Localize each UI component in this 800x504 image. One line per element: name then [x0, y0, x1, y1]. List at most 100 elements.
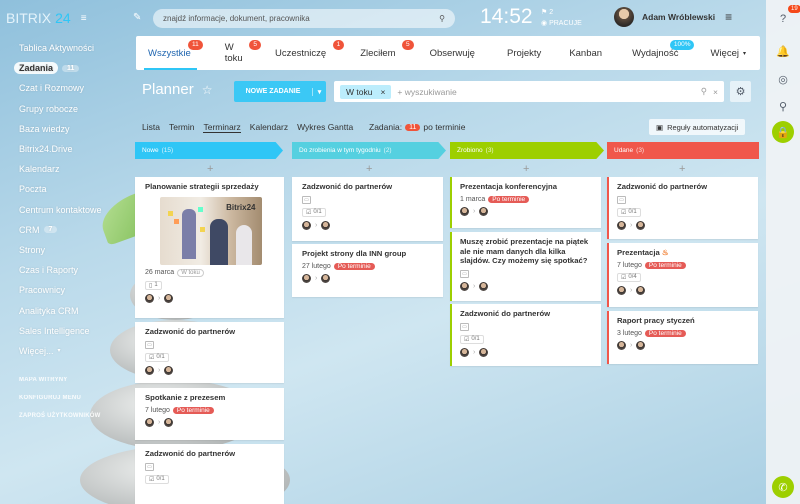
chevron-down-icon[interactable]: ▾	[312, 87, 326, 96]
app-logo[interactable]: BITRIX 24 ≡	[6, 10, 87, 26]
creator-avatar[interactable]	[617, 220, 626, 230]
tab-assigned[interactable]: Zleciłem 5	[346, 36, 415, 70]
add-task-icon[interactable]: +	[207, 163, 213, 175]
view-gantt[interactable]: Wykres Gantta	[297, 122, 353, 133]
calendar-icon[interactable]: ▭	[302, 195, 311, 204]
responsible-avatar[interactable]	[636, 285, 646, 295]
tab-following[interactable]: Obserwuję	[416, 36, 493, 70]
creator-avatar[interactable]	[145, 417, 154, 427]
close-icon[interactable]: ×	[713, 87, 718, 97]
calendar-icon[interactable]: ▭	[617, 195, 626, 204]
sidebar-item-sites[interactable]: Strony	[0, 240, 130, 260]
task-card[interactable]: Zadzwonić do partnerów ▭ ☑ 0/1	[135, 444, 284, 504]
task-card[interactable]: Prezentacja ♨ 7 lutego Po terminie ☑ 0/4 ›	[607, 243, 758, 307]
overdue-count[interactable]: 11	[405, 123, 421, 131]
task-title[interactable]: Prezentacja	[617, 248, 660, 257]
lock-icon[interactable]: 🔒	[772, 121, 794, 143]
sidebar-item-mail[interactable]: Poczta	[0, 179, 130, 199]
responsible-avatar[interactable]	[164, 365, 174, 375]
task-card[interactable]: Planowanie strategii sprzedaży Bitrix24 …	[135, 177, 284, 318]
sidebar-item-tasks[interactable]: Zadania 11	[0, 58, 130, 78]
task-card[interactable]: Raport pracy styczeń 3 lutego Po terminie…	[607, 311, 758, 364]
tab-projects[interactable]: Projekty	[493, 36, 559, 70]
task-deadline[interactable]: 7 lutego	[617, 262, 642, 269]
task-title[interactable]: Planowanie strategii sprzedaży	[145, 182, 276, 192]
filter-chip[interactable]: W toku ×	[340, 84, 392, 99]
sidebar-item-contact-center[interactable]: Centrum kontaktowe	[0, 200, 130, 220]
task-title[interactable]: Projekt strony dla INN group	[302, 249, 435, 259]
sidebar-configure-menu-link[interactable]: KONFIGURUJ MENU	[0, 389, 130, 407]
task-card[interactable]: Prezentacja konferencyjna 1 marca Po term…	[450, 177, 601, 228]
bell-icon[interactable]: 🔔	[772, 40, 794, 62]
task-title[interactable]: Zadzwonić do partnerów	[145, 449, 276, 459]
add-task-icon[interactable]: +	[679, 163, 685, 175]
responsible-avatar[interactable]	[321, 220, 331, 230]
sidebar-item-employees[interactable]: Pracownicy	[0, 280, 130, 300]
creator-avatar[interactable]	[145, 365, 154, 375]
task-title[interactable]: Zadzwonić do partnerów	[460, 309, 593, 319]
menu-lines-icon[interactable]: ≡	[81, 13, 87, 24]
help-icon[interactable]: ? 19	[772, 5, 800, 30]
search-icon[interactable]: ⚲	[772, 95, 794, 117]
menu-icon[interactable]: ≡	[725, 10, 732, 24]
creator-avatar[interactable]	[145, 293, 154, 303]
task-card[interactable]: Muszę zrobić prezentacje na piątek ale n…	[450, 232, 601, 301]
creator-avatar[interactable]	[302, 220, 311, 230]
column-header-new[interactable]: Nowe (15)	[135, 142, 283, 159]
tab-in-progress[interactable]: W toku 5	[205, 36, 263, 70]
column-header-successful[interactable]: Udane (3)	[607, 142, 759, 159]
task-title[interactable]: Prezentacja konferencyjna	[460, 182, 593, 192]
user-menu[interactable]: Adam Wróblewski ≡	[614, 7, 732, 27]
task-card[interactable]: Zadzwonić do partnerów ▭ ☑ 0/1 ›	[135, 322, 284, 383]
responsible-avatar[interactable]	[321, 273, 331, 283]
sidebar-sitemap-link[interactable]: MAPA WITRYNY	[0, 371, 130, 389]
automation-rules-button[interactable]: ▣ Reguły automatyzacji	[649, 119, 746, 135]
task-deadline[interactable]: 27 lutego	[302, 263, 331, 270]
task-card[interactable]: Spotkanie z prezesem 7 lutego Po terminie…	[135, 388, 284, 440]
task-card[interactable]: Zadzwonić do partnerów ▭ ☑ 0/1 ›	[607, 177, 758, 239]
column-header-this-week[interactable]: Do zrobienia w tym tygodniu (2)	[292, 142, 446, 159]
global-search-input[interactable]: znajdź informacje, dokument, pracownika …	[153, 9, 455, 28]
new-task-button[interactable]: NOWE ZADANIE ▾	[234, 81, 326, 102]
sidebar-item-chat[interactable]: Czat i Rozmowy	[0, 78, 130, 98]
view-calendar[interactable]: Kalendarz	[250, 122, 288, 133]
task-deadline[interactable]: 3 lutego	[617, 330, 642, 337]
calendar-icon[interactable]: ▭	[460, 322, 469, 331]
responsible-avatar[interactable]	[164, 293, 174, 303]
task-card[interactable]: Projekt strony dla INN group 27 lutego Po…	[292, 244, 443, 297]
creator-avatar[interactable]	[460, 347, 469, 357]
settings-gear-button[interactable]: ⚙	[730, 81, 751, 102]
sidebar-item-workgroups[interactable]: Grupy robocze	[0, 99, 130, 119]
sidebar-item-drive[interactable]: Bitrix24.Drive	[0, 139, 130, 159]
sidebar-item-time-reports[interactable]: Czas i Raporty	[0, 260, 130, 280]
column-header-done[interactable]: Zrobiono (3)	[450, 142, 604, 159]
creator-avatar[interactable]	[460, 206, 469, 216]
task-title[interactable]: Zadzwonić do partnerów	[617, 182, 750, 192]
sidebar-item-crm[interactable]: CRM 7	[0, 220, 130, 240]
work-status[interactable]: ⚑ 2 ◉ PRACUJE	[541, 7, 582, 29]
chat-icon[interactable]: ◎	[772, 68, 794, 90]
search-icon[interactable]: ⚲	[701, 86, 707, 97]
responsible-avatar[interactable]	[164, 417, 174, 427]
sidebar-item-more[interactable]: Więcej... ▾	[0, 341, 130, 361]
responsible-avatar[interactable]	[636, 340, 646, 350]
pen-icon[interactable]: ✎	[133, 12, 141, 23]
responsible-avatar[interactable]	[479, 206, 489, 216]
creator-avatar[interactable]	[617, 340, 626, 350]
tab-kanban[interactable]: Kanban	[559, 36, 618, 70]
task-title[interactable]: Raport pracy styczeń	[617, 316, 750, 326]
sidebar-item-knowledge-base[interactable]: Baza wiedzy	[0, 119, 130, 139]
calendar-icon[interactable]: ▭	[145, 340, 154, 349]
sidebar-invite-users-link[interactable]: ZAPROŚ UŻYTKOWNIKÓW	[0, 407, 130, 425]
search-icon[interactable]: ⚲	[439, 14, 445, 23]
calendar-icon[interactable]: ▭	[145, 462, 154, 471]
sidebar-item-calendar[interactable]: Kalendarz	[0, 159, 130, 179]
tab-all[interactable]: Wszystkie 11	[136, 36, 205, 70]
creator-avatar[interactable]	[302, 273, 311, 283]
filter-search-input[interactable]: W toku × + wyszukiwanie ⚲ ×	[334, 81, 724, 102]
responsible-avatar[interactable]	[479, 281, 489, 291]
task-deadline[interactable]: 7 lutego	[145, 407, 170, 414]
tab-efficiency[interactable]: Wydajność 100%	[618, 36, 696, 70]
task-title[interactable]: Spotkanie z prezesem	[145, 393, 276, 403]
task-deadline[interactable]: 1 marca	[460, 196, 485, 203]
